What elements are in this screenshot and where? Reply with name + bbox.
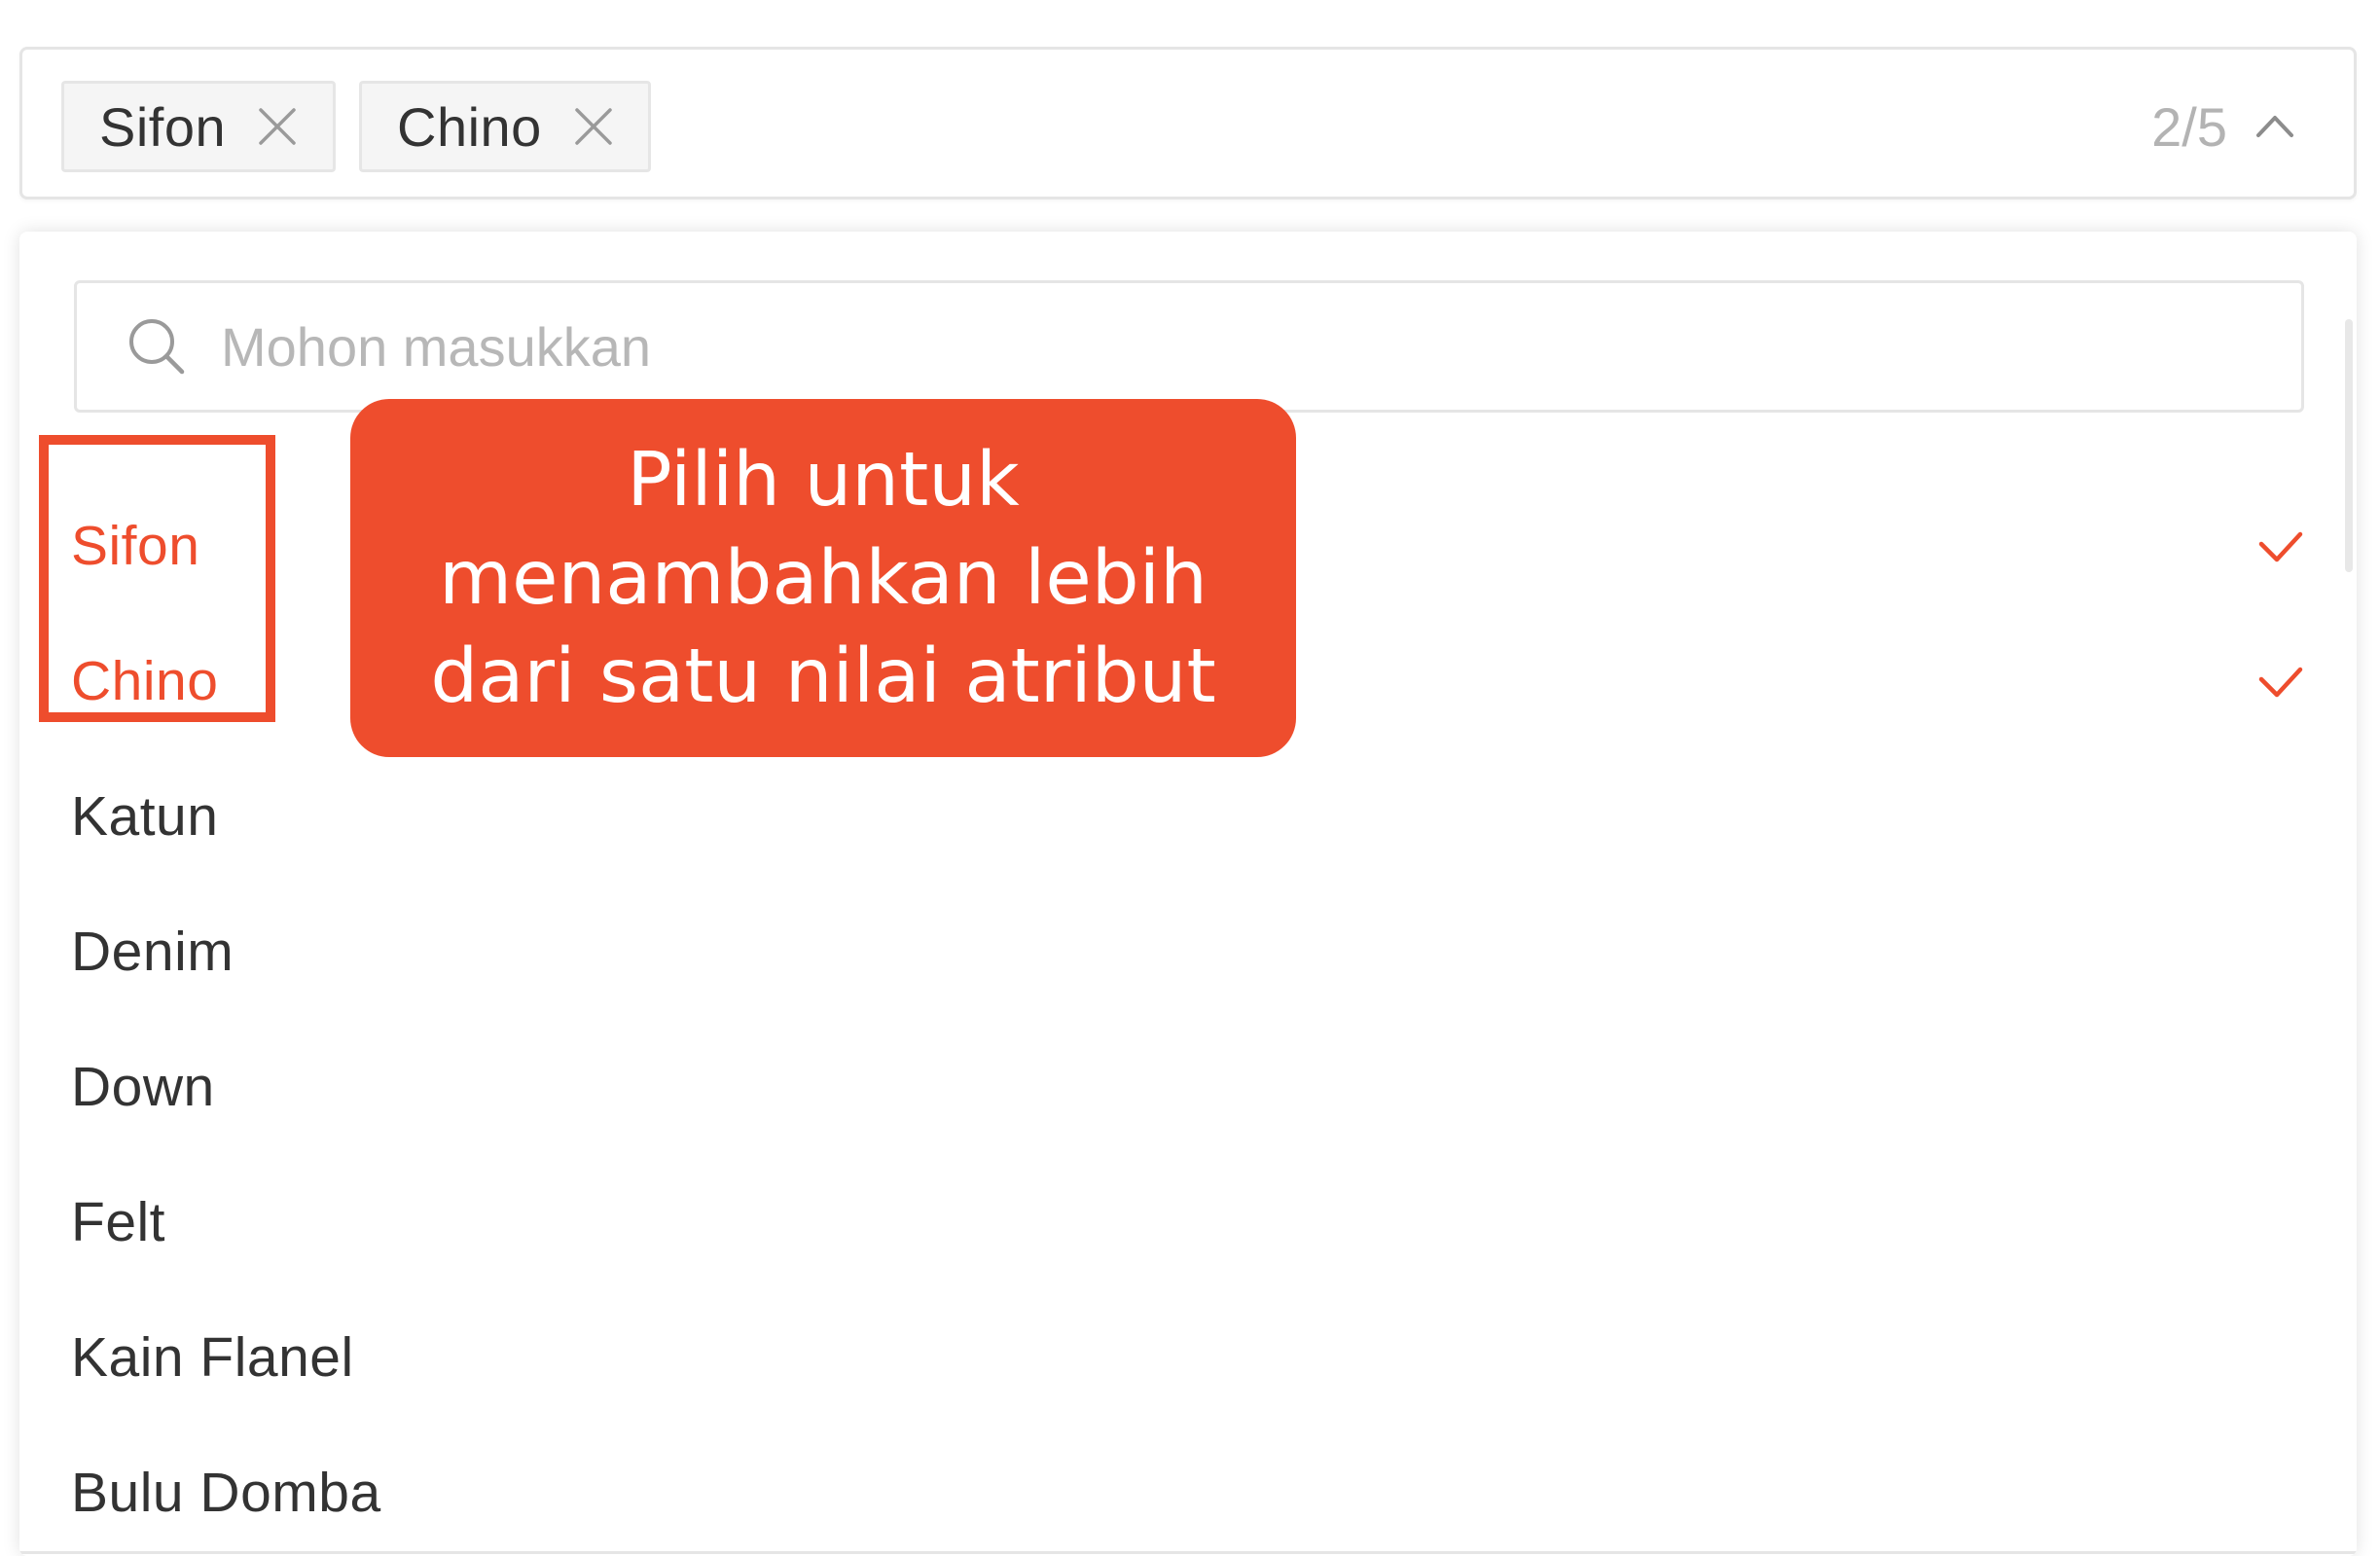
multiselect-field[interactable]: Sifon Chino 2/5 bbox=[19, 47, 2357, 199]
selected-tag: Sifon bbox=[61, 81, 336, 172]
search-icon bbox=[126, 315, 188, 378]
option-label: Katun bbox=[71, 784, 219, 848]
search-box[interactable] bbox=[74, 280, 2304, 413]
option-item[interactable]: Kain Flanel bbox=[19, 1289, 2357, 1425]
option-label: Sifon bbox=[71, 514, 200, 577]
attribute-multiselect: Sifon Chino 2/5 Mohon masukkan Sifon Chi… bbox=[0, 0, 2380, 1556]
divider bbox=[19, 1551, 2357, 1554]
option-label: Bulu Domba bbox=[71, 1461, 381, 1524]
option-label: Kain Flanel bbox=[71, 1325, 354, 1389]
selected-tag: Chino bbox=[359, 81, 651, 172]
close-icon[interactable] bbox=[255, 104, 300, 149]
tag-label: Sifon bbox=[99, 95, 227, 158]
check-icon bbox=[2255, 521, 2306, 571]
chevron-up-icon[interactable] bbox=[2253, 104, 2297, 149]
callout-text: Pilih untuk menambahkan lebih dari satu … bbox=[430, 436, 1216, 720]
option-label: Down bbox=[71, 1055, 215, 1118]
option-label: Chino bbox=[71, 649, 219, 712]
close-icon[interactable] bbox=[571, 104, 616, 149]
option-label: Denim bbox=[71, 920, 234, 983]
option-item[interactable]: Denim bbox=[19, 884, 2357, 1019]
search-input[interactable] bbox=[219, 313, 2072, 380]
option-label: Felt bbox=[71, 1190, 166, 1253]
option-item[interactable]: Down bbox=[19, 1019, 2357, 1154]
option-item[interactable]: Felt bbox=[19, 1154, 2357, 1289]
tooltip-callout: Pilih untuk menambahkan lebih dari satu … bbox=[350, 399, 1296, 757]
option-item[interactable]: Bulu Domba bbox=[19, 1425, 2357, 1556]
check-icon bbox=[2255, 656, 2306, 706]
selection-counter: 2/5 bbox=[2151, 95, 2227, 158]
selection-counter-group: 2/5 bbox=[2151, 81, 2297, 172]
option-item[interactable]: Katun bbox=[19, 748, 2357, 884]
tag-label: Chino bbox=[397, 95, 542, 158]
